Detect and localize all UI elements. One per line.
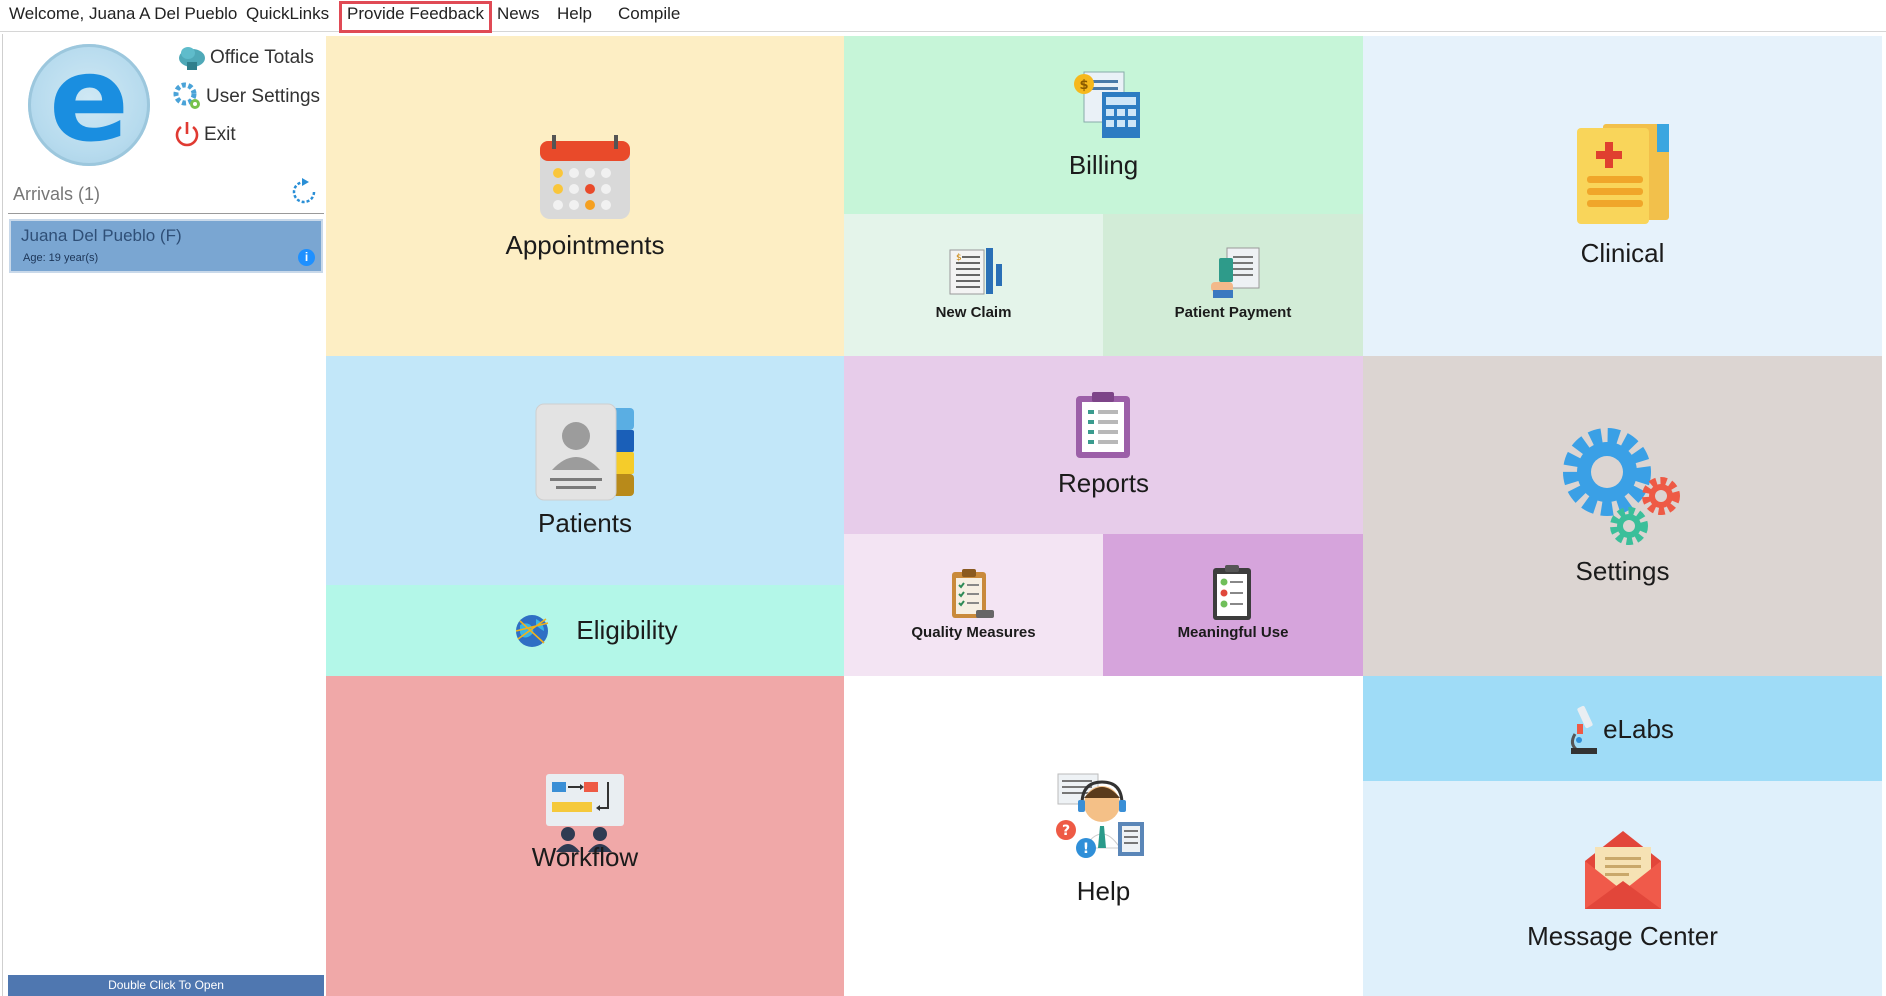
tile-billing[interactable]: $ Billing [844, 36, 1363, 214]
checklist-dots-icon [1213, 565, 1251, 620]
tile-workflow[interactable]: Workflow [326, 676, 844, 996]
tile-elabs-label: eLabs [1603, 714, 1674, 744]
svg-text:!: ! [1083, 841, 1089, 857]
exit-label: Exit [204, 124, 236, 145]
menu-news[interactable]: News [497, 4, 540, 24]
tile-clinical-label: Clinical [1580, 238, 1665, 268]
menu-compile[interactable]: Compile [618, 4, 680, 24]
tile-message-center-label: Message Center [1527, 921, 1718, 951]
tile-help-label: Help [1076, 876, 1131, 906]
svg-text:?: ? [1062, 823, 1070, 839]
feedback-highlight-box [339, 1, 492, 33]
checklist-icon [952, 569, 994, 618]
gear-icon [173, 82, 200, 109]
tile-new-claim[interactable]: $ New Claim [844, 214, 1103, 356]
claim-icon: $ [949, 248, 1002, 295]
arrivals-title: Arrivals (1) [13, 184, 101, 204]
menu-help[interactable]: Help [557, 4, 592, 24]
tile-eligibility[interactable]: Eligibility [326, 585, 844, 676]
tile-message-center[interactable]: Message Center [1363, 781, 1882, 996]
tile-workflow-label: Workflow [531, 842, 639, 872]
contacts-book-icon [535, 403, 634, 501]
tile-appointments[interactable]: Appointments [326, 36, 844, 356]
tile-settings-label: Settings [1575, 556, 1670, 586]
arrival-patient-name: Juana Del Pueblo (F) [21, 226, 182, 245]
office-totals-link[interactable]: Office Totals [177, 44, 314, 72]
clinical-chart-icon [1577, 124, 1669, 224]
clipboard-icon [1076, 392, 1130, 458]
welcome-text: Welcome, Juana A Del Pueblo [9, 4, 238, 23]
tile-eligibility-label: Eligibility [576, 615, 678, 645]
tile-meaningful-use-label: Meaningful Use [1177, 624, 1289, 641]
help-support-icon: ? ! [1056, 773, 1144, 858]
billing-icon: $ [1074, 71, 1140, 138]
svg-text:$: $ [1079, 78, 1088, 93]
double-click-hint: Double Click To Open [8, 975, 324, 996]
tile-quality-measures-label: Quality Measures [911, 624, 1036, 641]
exit-link[interactable]: Exit [173, 120, 236, 150]
tile-quality-measures[interactable]: Quality Measures [844, 534, 1103, 676]
tile-new-claim-label: New Claim [935, 304, 1012, 321]
tile-elabs[interactable]: eLabs [1363, 676, 1882, 781]
cloud-icon [179, 47, 205, 70]
payment-icon [1211, 247, 1260, 298]
tile-patient-payment[interactable]: Patient Payment [1103, 214, 1363, 356]
left-panel: e Office Totals User Settings Exit Arriv… [2, 34, 325, 996]
svg-text:$: $ [956, 253, 962, 263]
tile-reports[interactable]: Reports [844, 356, 1363, 534]
office-totals-label: Office Totals [210, 47, 314, 68]
user-settings-label: User Settings [206, 86, 321, 107]
tile-help[interactable]: ? ! Help [844, 676, 1363, 996]
menu-quicklinks[interactable]: QuickLinks [246, 4, 329, 24]
tile-meaningful-use[interactable]: Meaningful Use [1103, 534, 1363, 676]
arrival-patient-card[interactable]: Juana Del Pueblo (F) Age: 19 year(s) i [9, 219, 323, 273]
info-icon[interactable]: i [298, 249, 315, 266]
envelope-icon [1585, 831, 1661, 909]
tile-patients-label: Patients [538, 508, 632, 538]
tile-billing-label: Billing [1068, 150, 1139, 180]
tile-appointments-label: Appointments [505, 230, 665, 260]
tile-patients[interactable]: Patients [326, 356, 844, 585]
power-icon [175, 122, 199, 147]
tile-patient-payment-label: Patient Payment [1174, 304, 1292, 321]
arrivals-divider [8, 213, 324, 214]
settings-gears-icon [1563, 428, 1680, 545]
calendar-icon [540, 135, 630, 219]
tile-reports-label: Reports [1057, 468, 1150, 498]
app-logo: e [28, 40, 150, 166]
user-settings-link[interactable]: User Settings [173, 82, 320, 112]
top-menu-bar: Welcome, Juana A Del Pueblo QuickLinks P… [0, 0, 1886, 32]
refresh-icon[interactable] [289, 177, 319, 207]
arrival-patient-age: Age: 19 year(s) [23, 252, 99, 264]
tile-settings[interactable]: Settings [1363, 356, 1882, 676]
tile-clinical[interactable]: Clinical [1363, 36, 1882, 356]
